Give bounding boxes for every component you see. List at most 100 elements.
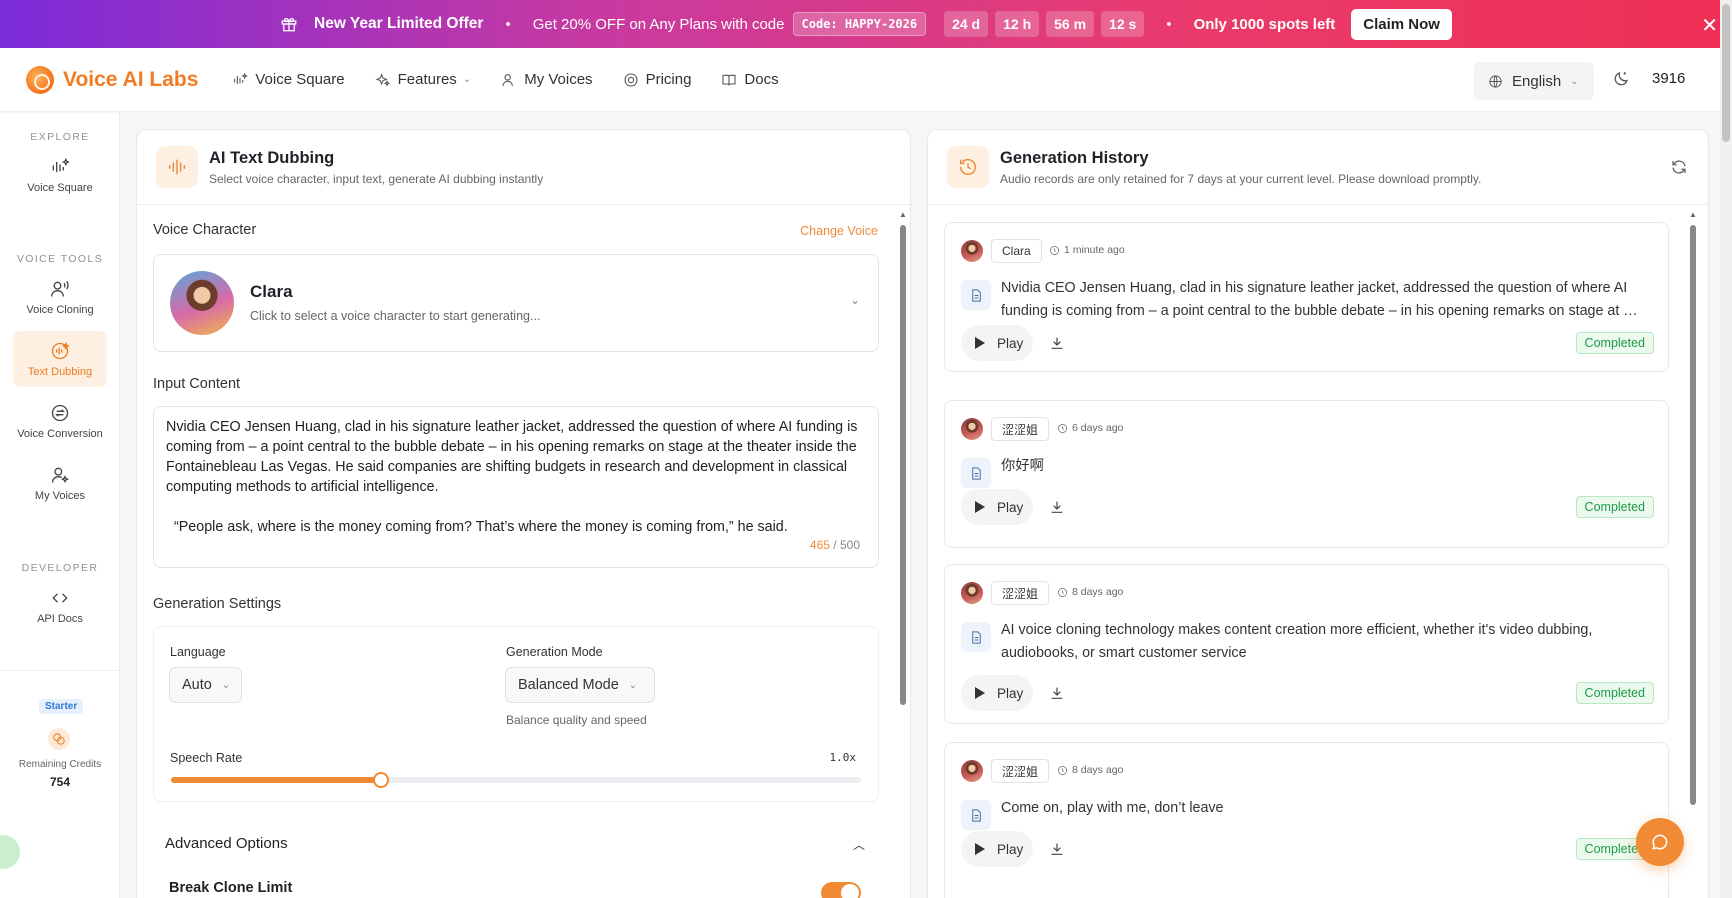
promo-banner: New Year Limited Offer • Get 20% OFF on … <box>0 0 1732 48</box>
download-icon[interactable] <box>1049 499 1065 515</box>
countdown-seconds: 12 s <box>1101 11 1145 37</box>
promo-message: Get 20% OFF on Any Plans with code <box>532 15 785 33</box>
voice-tag: 涩涩姐 <box>991 581 1050 605</box>
history-text: Come on, play with me, don’t leave <box>1001 800 1224 816</box>
play-button[interactable]: Play <box>961 489 1033 525</box>
history-title: Generation History <box>1000 148 1149 167</box>
sidebar-item-my-voices[interactable]: My Voices <box>13 455 107 511</box>
clock-icon <box>1050 245 1059 255</box>
countdown-hours: 12 h <box>995 11 1040 37</box>
generation-mode-dropdown[interactable]: Balanced Mode ⌄ <box>505 667 655 703</box>
sidebar-item-voice-conversion[interactable]: Voice Conversion <box>13 393 107 449</box>
window-scrollbar[interactable] <box>1720 0 1732 898</box>
page-title: AI Text Dubbing <box>209 148 335 167</box>
chevron-down-icon: ⌄ <box>462 74 472 85</box>
download-icon[interactable] <box>1049 841 1065 857</box>
gift-icon <box>281 18 297 32</box>
coin-icon <box>624 72 638 87</box>
nav-voice-square[interactable]: Voice Square <box>232 71 345 88</box>
nav-docs[interactable]: Docs <box>721 71 779 88</box>
sidebar-item-api-docs[interactable]: API Docs <box>13 578 107 634</box>
sidebar-item-text-dubbing[interactable]: Text Dubbing <box>13 331 107 387</box>
play-icon <box>975 501 985 513</box>
sparkles-icon <box>375 72 390 87</box>
section-explore: EXPLORE <box>30 131 90 143</box>
change-voice-link[interactable]: Change Voice <box>800 224 878 238</box>
page-subtitle: Select voice character, input text, gene… <box>209 171 544 186</box>
play-icon <box>975 843 985 855</box>
sidebar-item-voice-square[interactable]: Voice Square <box>13 147 107 203</box>
history-text: AI voice cloning technology makes conten… <box>1001 622 1593 661</box>
top-nav: Voice AI Labs Voice Square Features ⌄ My… <box>0 48 1720 112</box>
book-icon <box>722 74 736 85</box>
user-voice-icon <box>51 280 69 297</box>
sidebar-item-voice-cloning[interactable]: Voice Cloning <box>13 269 107 325</box>
clock-icon <box>1058 587 1067 597</box>
status-badge: Completed <box>1575 682 1654 704</box>
voice-character-select[interactable]: Clara Click to select a voice character … <box>153 254 879 352</box>
waveform-sparkle-icon <box>52 157 70 172</box>
generation-mode-hint: Balance quality and speed <box>506 713 647 727</box>
chevron-down-icon: ⌄ <box>221 679 231 691</box>
brand-name: Voice AI Labs <box>63 67 199 91</box>
speech-rate-slider[interactable] <box>171 772 861 788</box>
advanced-options-toggle[interactable]: Advanced Options <box>165 835 288 852</box>
generation-mode-label: Generation Mode <box>506 645 603 659</box>
document-icon <box>961 800 991 830</box>
avatar <box>961 582 983 604</box>
panel-scrollbar[interactable]: ▲ <box>898 210 908 898</box>
brand[interactable]: Voice AI Labs <box>26 65 199 94</box>
break-clone-limit-switch[interactable] <box>821 882 861 898</box>
language-dropdown[interactable]: Auto ⌄ <box>169 667 242 703</box>
promo-title: New Year Limited Offer <box>314 15 484 32</box>
document-icon <box>961 280 991 310</box>
code-icon <box>52 592 68 603</box>
language-label: Language <box>170 645 226 659</box>
play-button[interactable]: Play <box>961 831 1033 867</box>
download-icon[interactable] <box>1049 685 1065 701</box>
claim-now-button[interactable]: Claim Now <box>1351 8 1452 40</box>
credits-value: 754 <box>49 775 71 789</box>
history-scrollbar[interactable]: ▲ <box>1688 210 1698 898</box>
history-item: 涩涩姐 6 days ago 你好啊 Play Completed <box>944 400 1669 548</box>
status-badge: Completed <box>1575 332 1654 354</box>
generation-settings-label: Generation Settings <box>153 596 282 612</box>
chat-button[interactable] <box>1636 818 1684 866</box>
history-item: 涩涩姐 8 days ago AI voice cloning technolo… <box>944 564 1669 724</box>
history-item: Clara 1 minute ago Nvidia CEO Jensen Hua… <box>944 222 1669 372</box>
timestamp: 6 days ago <box>1057 422 1123 434</box>
chevron-down-icon: ⌄ <box>849 293 860 307</box>
nav-my-voices[interactable]: My Voices <box>501 71 593 88</box>
nav-features[interactable]: Features ⌄ <box>375 71 472 88</box>
section-developer: DEVELOPER <box>21 562 99 574</box>
generation-settings: Language Auto ⌄ Generation Mode Balanced … <box>153 626 879 802</box>
history-text: Nvidia CEO Jensen Huang, clad in his sig… <box>1001 280 1638 319</box>
chat-icon <box>1652 834 1668 850</box>
play-button[interactable]: Play <box>961 325 1033 361</box>
avatar <box>961 760 983 782</box>
play-button[interactable]: Play <box>961 675 1033 711</box>
history-panel: Generation History Audio records are onl… <box>927 129 1709 898</box>
user-sparkle-icon <box>51 467 69 483</box>
helper-bubble[interactable] <box>0 835 20 869</box>
nav-pricing[interactable]: Pricing <box>623 71 691 88</box>
chevron-up-icon[interactable]: ︿ <box>853 836 865 853</box>
user-id[interactable]: 39169 <box>1652 70 1686 87</box>
section-voice-tools: VOICE TOOLS <box>16 253 104 265</box>
moon-icon[interactable] <box>1612 70 1630 88</box>
language-select[interactable]: English ⌄ <box>1474 62 1594 100</box>
close-icon[interactable]: ✕ <box>1701 13 1718 38</box>
input-content-textarea[interactable]: Nvidia CEO Jensen Huang, clad in his sig… <box>153 406 879 568</box>
voice-tag: Clara <box>991 239 1042 263</box>
status-badge: Completed <box>1575 496 1654 518</box>
slider-handle[interactable] <box>373 772 390 788</box>
clock-icon <box>1058 765 1067 775</box>
history-text: 你好啊 <box>1001 458 1044 474</box>
play-icon <box>975 687 985 699</box>
char-count: 465 / 500 <box>809 538 860 552</box>
download-icon[interactable] <box>1049 335 1065 351</box>
refresh-icon[interactable] <box>1670 158 1688 176</box>
avatar <box>961 240 983 262</box>
play-icon <box>975 337 985 349</box>
chevron-down-icon: ⌄ <box>628 679 638 691</box>
